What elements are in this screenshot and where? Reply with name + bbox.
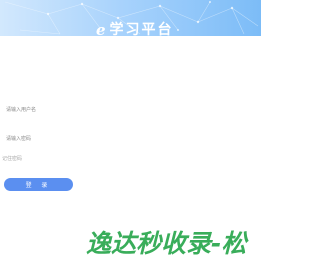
watermark-text: 逸达秒收录-松 [86, 229, 249, 258]
remember-password-tip[interactable]: 记住密码 [2, 155, 22, 162]
app-title: 学习平台 [109, 22, 174, 36]
username-input[interactable] [0, 103, 156, 117]
password-input[interactable] [0, 132, 156, 146]
brand-logo-icon: e [96, 21, 106, 36]
brand: e 学习平台 [96, 22, 174, 36]
login-button[interactable]: 登 录 [4, 178, 73, 191]
username-row [0, 101, 261, 119]
password-row [0, 130, 261, 148]
login-header: e 学习平台 [0, 0, 261, 36]
watermark: 逸达秒收录-松 [86, 228, 250, 258]
